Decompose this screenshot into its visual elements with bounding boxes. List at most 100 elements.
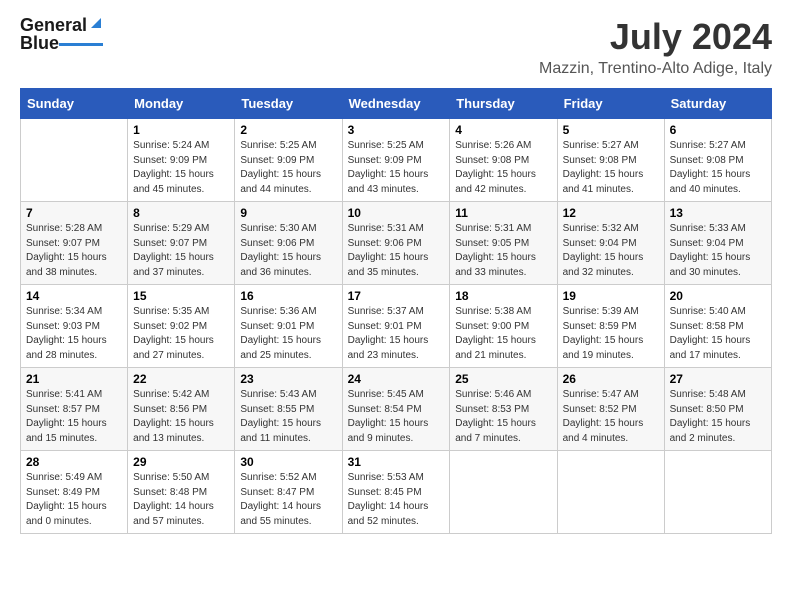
day-cell: 29 Sunrise: 5:50 AM Sunset: 8:48 PM Dayli… — [128, 451, 235, 534]
day-cell: 8 Sunrise: 5:29 AM Sunset: 9:07 PM Daylig… — [128, 202, 235, 285]
day-number: 20 — [670, 289, 766, 303]
day-info: Sunrise: 5:30 AM Sunset: 9:06 PM Dayligh… — [240, 222, 336, 280]
day-number: 27 — [670, 372, 766, 386]
day-number: 12 — [563, 206, 659, 220]
day-number: 3 — [348, 123, 445, 137]
day-info: Sunrise: 5:27 AM Sunset: 9:08 PM Dayligh… — [670, 139, 766, 197]
day-info: Sunrise: 5:53 AM Sunset: 8:45 PM Dayligh… — [348, 471, 445, 529]
day-number: 25 — [455, 372, 551, 386]
day-info: Sunrise: 5:52 AM Sunset: 8:47 PM Dayligh… — [240, 471, 336, 529]
col-header-sunday: Sunday — [21, 89, 128, 119]
day-cell: 20 Sunrise: 5:40 AM Sunset: 8:58 PM Dayli… — [664, 285, 771, 368]
day-info: Sunrise: 5:29 AM Sunset: 9:07 PM Dayligh… — [133, 222, 229, 280]
day-number: 2 — [240, 123, 336, 137]
day-info: Sunrise: 5:43 AM Sunset: 8:55 PM Dayligh… — [240, 388, 336, 446]
logo-underline — [59, 43, 103, 46]
day-number: 22 — [133, 372, 229, 386]
day-cell: 21 Sunrise: 5:41 AM Sunset: 8:57 PM Dayli… — [21, 368, 128, 451]
day-info: Sunrise: 5:34 AM Sunset: 9:03 PM Dayligh… — [26, 305, 122, 363]
day-number: 10 — [348, 206, 445, 220]
day-info: Sunrise: 5:24 AM Sunset: 9:09 PM Dayligh… — [133, 139, 229, 197]
col-header-wednesday: Wednesday — [342, 89, 450, 119]
day-cell: 2 Sunrise: 5:25 AM Sunset: 9:09 PM Daylig… — [235, 119, 342, 202]
day-number: 13 — [670, 206, 766, 220]
day-cell: 22 Sunrise: 5:42 AM Sunset: 8:56 PM Dayli… — [128, 368, 235, 451]
day-info: Sunrise: 5:27 AM Sunset: 9:08 PM Dayligh… — [563, 139, 659, 197]
col-header-thursday: Thursday — [450, 89, 557, 119]
page-subtitle: Mazzin, Trentino-Alto Adige, Italy — [539, 60, 772, 78]
day-cell: 19 Sunrise: 5:39 AM Sunset: 8:59 PM Dayli… — [557, 285, 664, 368]
day-info: Sunrise: 5:48 AM Sunset: 8:50 PM Dayligh… — [670, 388, 766, 446]
day-cell: 16 Sunrise: 5:36 AM Sunset: 9:01 PM Dayli… — [235, 285, 342, 368]
day-info: Sunrise: 5:26 AM Sunset: 9:08 PM Dayligh… — [455, 139, 551, 197]
day-cell: 9 Sunrise: 5:30 AM Sunset: 9:06 PM Daylig… — [235, 202, 342, 285]
day-cell: 11 Sunrise: 5:31 AM Sunset: 9:05 PM Dayli… — [450, 202, 557, 285]
day-info: Sunrise: 5:36 AM Sunset: 9:01 PM Dayligh… — [240, 305, 336, 363]
col-header-saturday: Saturday — [664, 89, 771, 119]
day-cell: 28 Sunrise: 5:49 AM Sunset: 8:49 PM Dayli… — [21, 451, 128, 534]
day-info: Sunrise: 5:37 AM Sunset: 9:01 PM Dayligh… — [348, 305, 445, 363]
day-cell: 27 Sunrise: 5:48 AM Sunset: 8:50 PM Dayli… — [664, 368, 771, 451]
day-number: 19 — [563, 289, 659, 303]
day-info: Sunrise: 5:50 AM Sunset: 8:48 PM Dayligh… — [133, 471, 229, 529]
day-cell: 3 Sunrise: 5:25 AM Sunset: 9:09 PM Daylig… — [342, 119, 450, 202]
day-info: Sunrise: 5:49 AM Sunset: 8:49 PM Dayligh… — [26, 471, 122, 529]
day-number: 15 — [133, 289, 229, 303]
day-number: 16 — [240, 289, 336, 303]
day-cell — [21, 119, 128, 202]
day-info: Sunrise: 5:33 AM Sunset: 9:04 PM Dayligh… — [670, 222, 766, 280]
day-number: 31 — [348, 455, 445, 469]
header: General Blue July 2024 Mazzin, Trentino-… — [20, 16, 772, 78]
day-info: Sunrise: 5:28 AM Sunset: 9:07 PM Dayligh… — [26, 222, 122, 280]
day-number: 8 — [133, 206, 229, 220]
title-area: July 2024 Mazzin, Trentino-Alto Adige, I… — [539, 16, 772, 78]
day-info: Sunrise: 5:42 AM Sunset: 8:56 PM Dayligh… — [133, 388, 229, 446]
day-cell — [557, 451, 664, 534]
week-row-5: 28 Sunrise: 5:49 AM Sunset: 8:49 PM Dayli… — [21, 451, 772, 534]
day-info: Sunrise: 5:25 AM Sunset: 9:09 PM Dayligh… — [348, 139, 445, 197]
page-title: July 2024 — [539, 16, 772, 58]
logo-triangle-icon — [89, 16, 103, 35]
day-number: 21 — [26, 372, 122, 386]
day-number: 1 — [133, 123, 229, 137]
day-cell: 14 Sunrise: 5:34 AM Sunset: 9:03 PM Dayli… — [21, 285, 128, 368]
day-number: 28 — [26, 455, 122, 469]
day-cell: 17 Sunrise: 5:37 AM Sunset: 9:01 PM Dayli… — [342, 285, 450, 368]
day-number: 14 — [26, 289, 122, 303]
day-cell: 12 Sunrise: 5:32 AM Sunset: 9:04 PM Dayli… — [557, 202, 664, 285]
day-cell: 4 Sunrise: 5:26 AM Sunset: 9:08 PM Daylig… — [450, 119, 557, 202]
week-row-4: 21 Sunrise: 5:41 AM Sunset: 8:57 PM Dayli… — [21, 368, 772, 451]
day-cell: 15 Sunrise: 5:35 AM Sunset: 9:02 PM Dayli… — [128, 285, 235, 368]
logo: General Blue — [20, 16, 103, 54]
day-number: 18 — [455, 289, 551, 303]
day-number: 17 — [348, 289, 445, 303]
day-number: 29 — [133, 455, 229, 469]
calendar-header-row: SundayMondayTuesdayWednesdayThursdayFrid… — [21, 89, 772, 119]
day-info: Sunrise: 5:31 AM Sunset: 9:05 PM Dayligh… — [455, 222, 551, 280]
day-cell: 31 Sunrise: 5:53 AM Sunset: 8:45 PM Dayli… — [342, 451, 450, 534]
day-info: Sunrise: 5:35 AM Sunset: 9:02 PM Dayligh… — [133, 305, 229, 363]
day-info: Sunrise: 5:25 AM Sunset: 9:09 PM Dayligh… — [240, 139, 336, 197]
day-number: 24 — [348, 372, 445, 386]
col-header-monday: Monday — [128, 89, 235, 119]
week-row-3: 14 Sunrise: 5:34 AM Sunset: 9:03 PM Dayli… — [21, 285, 772, 368]
day-cell — [664, 451, 771, 534]
day-info: Sunrise: 5:31 AM Sunset: 9:06 PM Dayligh… — [348, 222, 445, 280]
day-cell: 26Sunrise: 5:47 AM Sunset: 8:52 PM Dayli… — [557, 368, 664, 451]
col-header-friday: Friday — [557, 89, 664, 119]
day-cell: 25Sunrise: 5:46 AM Sunset: 8:53 PM Dayli… — [450, 368, 557, 451]
day-cell: 10 Sunrise: 5:31 AM Sunset: 9:06 PM Dayli… — [342, 202, 450, 285]
day-number: 11 — [455, 206, 551, 220]
day-info: Sunrise: 5:40 AM Sunset: 8:58 PM Dayligh… — [670, 305, 766, 363]
day-info: Sunrise: 5:39 AM Sunset: 8:59 PM Dayligh… — [563, 305, 659, 363]
day-info: Sunrise: 5:32 AM Sunset: 9:04 PM Dayligh… — [563, 222, 659, 280]
day-cell: 1 Sunrise: 5:24 AM Sunset: 9:09 PM Daylig… — [128, 119, 235, 202]
day-info: Sunrise: 5:47 AM Sunset: 8:52 PM Dayligh… — [563, 388, 659, 446]
day-number: 9 — [240, 206, 336, 220]
calendar-table: SundayMondayTuesdayWednesdayThursdayFrid… — [20, 88, 772, 534]
day-cell: 23Sunrise: 5:43 AM Sunset: 8:55 PM Dayli… — [235, 368, 342, 451]
day-number: 30 — [240, 455, 336, 469]
week-row-1: 1 Sunrise: 5:24 AM Sunset: 9:09 PM Daylig… — [21, 119, 772, 202]
day-number: 4 — [455, 123, 551, 137]
day-info: Sunrise: 5:41 AM Sunset: 8:57 PM Dayligh… — [26, 388, 122, 446]
